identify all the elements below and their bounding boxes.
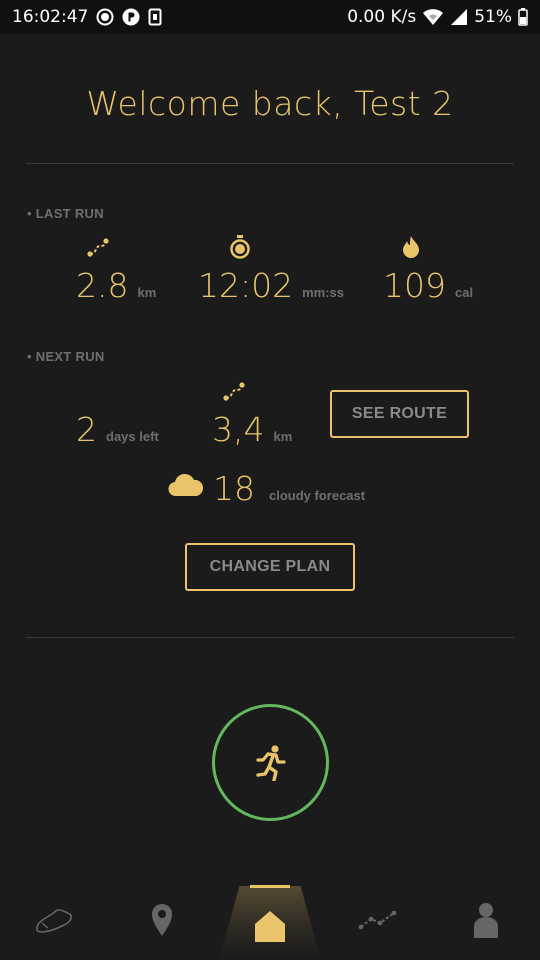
- last-run-distance-value: 2.8: [76, 266, 129, 305]
- wifi-icon: [422, 8, 444, 26]
- next-run-distance-value: 3,4: [212, 410, 265, 449]
- bottom-nav: [0, 880, 540, 960]
- last-run-calories: 109 cal: [383, 266, 473, 305]
- battery-icon: [518, 8, 528, 26]
- forecast-temperature: 18: [213, 469, 255, 508]
- next-run-distance-unit: km: [273, 429, 293, 444]
- active-indicator: [250, 885, 290, 888]
- last-run-time: 12:02 mm:ss: [198, 266, 344, 305]
- parking-icon: [122, 8, 140, 26]
- nav-item-shoe[interactable]: [0, 880, 108, 960]
- next-run-distance: 3,4 km: [212, 410, 292, 449]
- forecast-description: cloudy forecast: [269, 488, 366, 503]
- profile-icon: [473, 902, 499, 938]
- divider-top: [26, 163, 514, 164]
- next-run-days-value: 2: [76, 410, 97, 449]
- network-speed: 0.00 K/s: [347, 7, 417, 27]
- flame-icon: [401, 235, 421, 259]
- start-run-button[interactable]: [212, 704, 329, 821]
- nav-item-profile[interactable]: [432, 880, 540, 960]
- next-run-days-unit: days left: [106, 429, 159, 444]
- signal-icon: [450, 8, 468, 26]
- nav-item-progress[interactable]: [324, 880, 432, 960]
- last-run-distance: 2.8 km: [76, 266, 156, 305]
- sim-icon: [148, 8, 162, 26]
- shoe-icon: [34, 905, 74, 935]
- trend-icon: [358, 909, 398, 931]
- route-icon: [221, 380, 247, 404]
- stopwatch-icon: [229, 235, 251, 259]
- divider-bottom: [26, 637, 514, 638]
- last-run-distance-unit: km: [137, 285, 157, 300]
- status-bar: 16:02:47 0.00 K/s 51%: [0, 0, 540, 34]
- see-route-button[interactable]: SEE ROUTE: [330, 390, 469, 438]
- nav-item-location[interactable]: [108, 880, 216, 960]
- last-run-time-value: 12:02: [198, 266, 294, 305]
- runner-icon: [255, 744, 286, 781]
- next-run-label: • NEXT RUN: [27, 349, 105, 364]
- next-run-days: 2 days left: [76, 410, 159, 449]
- home-icon: [254, 909, 286, 943]
- welcome-heading: Welcome back, Test 2: [86, 84, 454, 123]
- status-time: 16:02:47: [12, 7, 89, 27]
- last-run-calories-value: 109: [383, 266, 446, 305]
- next-run-forecast: 18 cloudy forecast: [213, 469, 365, 508]
- change-plan-button[interactable]: CHANGE PLAN: [185, 543, 355, 591]
- cloud-icon: [168, 472, 203, 498]
- location-pin-icon: [151, 903, 173, 937]
- route-icon: [85, 236, 111, 260]
- last-run-time-unit: mm:ss: [302, 285, 345, 300]
- last-run-label: • LAST RUN: [27, 206, 104, 221]
- battery-percent: 51%: [474, 7, 512, 27]
- nav-item-home[interactable]: [216, 880, 324, 960]
- last-run-calories-unit: cal: [455, 285, 474, 300]
- record-icon: [96, 8, 114, 26]
